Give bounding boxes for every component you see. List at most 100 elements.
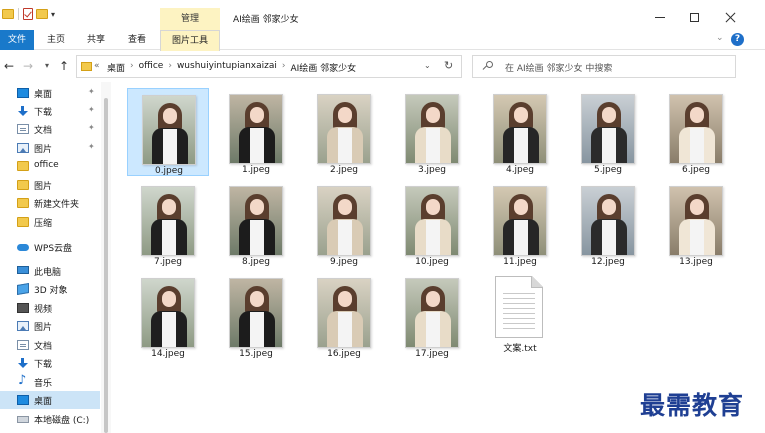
new-folder-icon[interactable]	[36, 9, 48, 19]
file-item[interactable]: 12.jpeg	[567, 180, 649, 268]
tab-picture-tools[interactable]: 图片工具	[160, 30, 220, 51]
file-item[interactable]: 文案.txt	[479, 272, 561, 360]
file-item[interactable]: 17.jpeg	[391, 272, 473, 360]
back-arrow-icon[interactable]: ←	[2, 59, 16, 73]
file-item[interactable]: 3.jpeg	[391, 88, 473, 176]
image-thumbnail	[405, 278, 459, 348]
file-item[interactable]: 4.jpeg	[479, 88, 561, 176]
sidebar-item[interactable]: 本地磁盘 (C:)	[0, 410, 100, 428]
sidebar-item[interactable]: 3D 对象	[0, 280, 100, 298]
up-arrow-icon[interactable]: ↑	[57, 59, 71, 73]
breadcrumb-desktop[interactable]: 桌面	[107, 61, 125, 74]
image-thumbnail	[581, 94, 635, 164]
tab-home[interactable]: 主页	[38, 30, 74, 50]
file-name: 12.jpeg	[591, 257, 625, 267]
file-item[interactable]: 15.jpeg	[215, 272, 297, 360]
breadcrumb-separator[interactable]: ›	[130, 61, 134, 74]
expand-ribbon-icon[interactable]: ⌄	[716, 33, 724, 43]
help-icon[interactable]: ?	[731, 33, 744, 46]
sidebar-item[interactable]: 图片 ✦	[0, 139, 100, 157]
file-name: 13.jpeg	[679, 257, 713, 267]
breadcrumb-separator[interactable]: ›	[168, 61, 172, 74]
sidebar-item[interactable]: 桌面 ✦	[0, 84, 100, 102]
breadcrumb-current[interactable]: AI绘画 邻家少女	[291, 61, 357, 74]
tab-file[interactable]: 文件	[0, 30, 34, 50]
image-thumbnail	[669, 94, 723, 164]
sidebar-item[interactable]: 图片	[0, 176, 100, 194]
navigation-bar: ← → ▾ ↑ « 桌面 › office › wushuiyintupianx…	[0, 51, 765, 82]
tab-view[interactable]: 查看	[118, 30, 156, 50]
title-bar: ▾ 管理 AI绘画 邻家少女	[0, 0, 765, 30]
tab-share[interactable]: 共享	[78, 30, 114, 50]
file-item[interactable]: 7.jpeg	[127, 180, 209, 268]
chevron-down-icon[interactable]: ▾	[51, 10, 55, 19]
file-item[interactable]: 10.jpeg	[391, 180, 473, 268]
minimize-button[interactable]	[646, 6, 674, 28]
breadcrumb-separator[interactable]: ›	[282, 61, 286, 74]
navigation-scrollbar-thumb[interactable]	[104, 98, 108, 433]
refresh-icon[interactable]: ↻	[444, 59, 453, 72]
sidebar-item[interactable]: 下载	[0, 354, 100, 372]
sidebar-item-label: 图片	[34, 182, 53, 192]
sidebar-item-label: 本地磁盘 (C:)	[34, 416, 90, 426]
search-input[interactable]: 在 AI绘画 邻家少女 中搜索	[505, 61, 612, 74]
file-item[interactable]: 13.jpeg	[655, 180, 737, 268]
sidebar-item[interactable]: 文档 ✦	[0, 120, 100, 138]
manage-context-tab[interactable]: 管理	[160, 8, 220, 30]
sidebar-item-label: 视频	[34, 305, 53, 315]
minimize-icon	[655, 16, 665, 18]
file-item[interactable]: 16.jpeg	[303, 272, 385, 360]
file-item[interactable]: 1.jpeg	[215, 88, 297, 176]
recent-locations-chevron-icon[interactable]: ▾	[40, 59, 54, 73]
sidebar-item-label: 压缩	[34, 219, 53, 229]
file-name: 5.jpeg	[593, 165, 623, 175]
folder-icon[interactable]	[2, 9, 14, 19]
file-name: 2.jpeg	[329, 165, 359, 175]
file-item[interactable]: 5.jpeg	[567, 88, 649, 176]
sidebar-item[interactable]: 音乐	[0, 373, 100, 391]
sidebar-item[interactable]: 新建文件夹	[0, 194, 100, 212]
image-thumbnail	[142, 95, 196, 165]
file-item[interactable]: 9.jpeg	[303, 180, 385, 268]
search-icon	[482, 61, 493, 71]
file-item[interactable]: 11.jpeg	[479, 180, 561, 268]
address-overflow[interactable]: «	[94, 61, 100, 71]
file-list: 0.jpeg 1.jpeg 2.jpeg 3.jpeg 4.jpeg 5.jpeg 6.jp…	[112, 82, 765, 433]
image-thumbnail	[317, 94, 371, 164]
breadcrumb-wushuiyin[interactable]: wushuiyintupianxaizai	[177, 61, 277, 74]
sidebar-item-label: 音乐	[34, 379, 53, 389]
file-item[interactable]: 2.jpeg	[303, 88, 385, 176]
file-item[interactable]: 6.jpeg	[655, 88, 737, 176]
sidebar-item[interactable]: 文档	[0, 336, 100, 354]
3d-objects-icon	[17, 282, 29, 296]
drive-icon	[17, 416, 29, 423]
address-bar[interactable]: « 桌面 › office › wushuiyintupianxaizai › …	[76, 55, 462, 78]
video-icon	[17, 303, 29, 313]
sidebar-item[interactable]: office	[0, 157, 100, 175]
sidebar-item-label: 桌面	[34, 90, 53, 100]
search-box[interactable]: 在 AI绘画 邻家少女 中搜索	[472, 55, 736, 78]
image-thumbnail	[405, 186, 459, 256]
close-button[interactable]	[716, 6, 744, 28]
sidebar-item[interactable]: WPS云盘	[0, 238, 100, 256]
file-item[interactable]: 14.jpeg	[127, 272, 209, 360]
folder-icon	[81, 62, 92, 71]
address-history-chevron-icon[interactable]: ⌄	[424, 61, 431, 70]
sidebar-item[interactable]: 桌面	[0, 391, 100, 409]
navigation-pane: 桌面 ✦ 下载 ✦ 文档 ✦ 图片 ✦ office 图片 新建文件夹 压缩 WPS云盘 此电脑 3D 对象…	[0, 82, 100, 433]
sidebar-item[interactable]: 下载 ✦	[0, 102, 100, 120]
forward-arrow-icon[interactable]: →	[21, 59, 35, 73]
sidebar-item[interactable]: 视频	[0, 299, 100, 317]
file-item[interactable]: 0.jpeg	[127, 88, 209, 176]
sidebar-item[interactable]: 图片	[0, 317, 100, 335]
sidebar-item[interactable]: 此电脑	[0, 262, 100, 280]
sidebar-item[interactable]: 压缩	[0, 213, 100, 231]
file-name: 9.jpeg	[329, 257, 359, 267]
file-name: 1.jpeg	[241, 165, 271, 175]
desktop-icon	[17, 88, 29, 98]
maximize-button[interactable]	[680, 6, 708, 28]
breadcrumb-office[interactable]: office	[139, 61, 164, 74]
properties-icon[interactable]	[23, 8, 33, 20]
sidebar-item-label: WPS云盘	[34, 244, 73, 254]
file-item[interactable]: 8.jpeg	[215, 180, 297, 268]
